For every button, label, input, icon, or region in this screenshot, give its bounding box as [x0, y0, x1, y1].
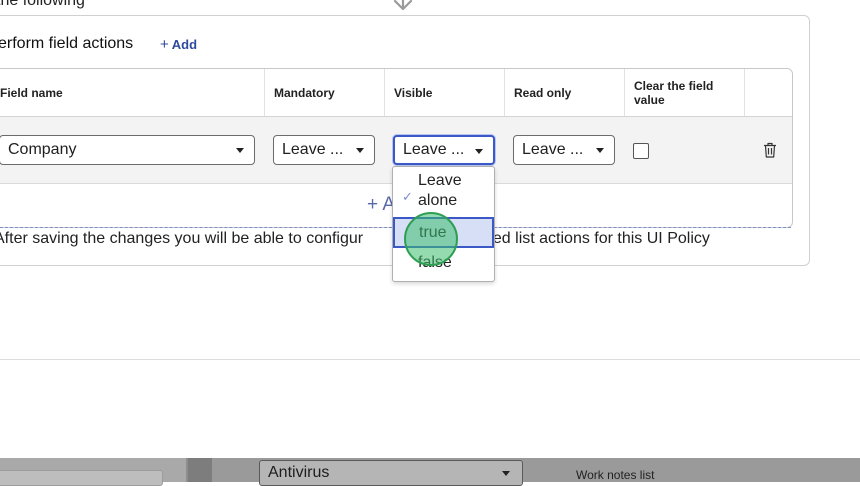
mandatory-value: Leave ...: [282, 141, 344, 158]
mandatory-select[interactable]: Leave ...: [273, 135, 375, 165]
trash-icon[interactable]: [763, 142, 777, 158]
read-only-value: Leave ...: [522, 141, 584, 158]
column-header-mandatory: Mandatory: [265, 69, 385, 116]
caret-down-icon: [236, 148, 244, 153]
arrow-down-icon: [393, 0, 413, 11]
field-name-value: Company: [8, 141, 77, 158]
info-note: After saving the changes you will be abl…: [0, 230, 710, 248]
background-select-value: Antivirus: [268, 464, 330, 481]
option-leave-alone[interactable]: ✓ Leave alone: [393, 171, 494, 211]
background-select: Antivirus: [259, 460, 523, 486]
field-name-select[interactable]: Company: [0, 135, 255, 165]
add-link-label: Add: [171, 37, 198, 52]
info-note-part1: After saving the changes you will be abl…: [0, 230, 364, 247]
read-only-select[interactable]: Leave ...: [513, 135, 615, 165]
work-notes-label: Work notes list: [576, 468, 655, 482]
click-indicator: [404, 212, 458, 266]
table-header: Field name Mandatory Visible Read only C…: [0, 69, 792, 117]
column-header-visible: Visible: [385, 69, 505, 116]
visible-value: Leave ...: [403, 141, 465, 158]
column-header-read-only: Read only: [505, 69, 625, 116]
background-divider-block: [188, 458, 212, 482]
plus-icon: +: [160, 36, 169, 53]
caret-down-icon: [356, 148, 364, 153]
add-field-action-link[interactable]: + Add: [160, 36, 197, 53]
caret-down-icon: [596, 148, 604, 153]
background-left-field: [0, 470, 163, 486]
add-row-label: + A: [367, 194, 395, 215]
column-header-field-name: Field name: [0, 69, 265, 116]
option-leave-alone-label: Leave alone: [418, 172, 462, 209]
clear-field-value-checkbox[interactable]: [633, 143, 649, 159]
info-note-part2: elated list actions for this UI Policy: [467, 230, 710, 247]
check-icon: ✓: [402, 189, 413, 204]
previous-heading: the following: [0, 0, 85, 9]
caret-down-icon: [475, 149, 483, 154]
column-header-clear-value: Clear the field value: [625, 69, 745, 116]
section-title: erform field actions: [0, 35, 134, 52]
caret-down-icon: [502, 471, 510, 476]
visible-select[interactable]: Leave ...: [393, 135, 495, 165]
section-divider: [0, 359, 860, 360]
